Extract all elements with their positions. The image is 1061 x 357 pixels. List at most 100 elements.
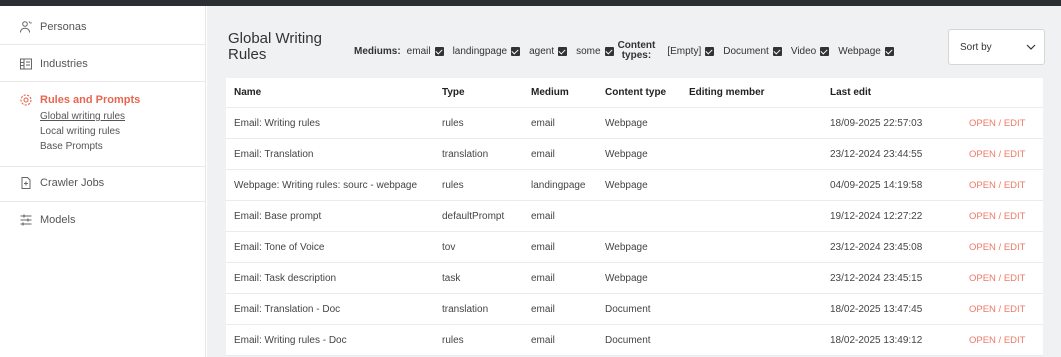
cell-name: Email: Tone of Voice: [234, 241, 325, 253]
cell-content-type: Document: [605, 303, 651, 315]
open-edit-link[interactable]: OPEN / EDIT: [969, 108, 1025, 138]
cell-content-type: Webpage: [605, 272, 648, 284]
rules-table: Name Type Medium Content type Editing me…: [226, 78, 1043, 356]
cell-medium: email: [531, 241, 555, 253]
sort-by-select[interactable]: Sort by: [948, 29, 1045, 65]
cell-medium: landingpage: [531, 179, 586, 191]
open-edit-link[interactable]: OPEN / EDIT: [969, 139, 1025, 169]
cell-type: rules: [442, 179, 464, 191]
content-type-filter-empty[interactable]: [Empty]: [667, 45, 715, 57]
cell-content-type: Document: [605, 334, 651, 346]
filter-bar: Mediums: email landingpage agent some Co…: [354, 37, 894, 65]
sidebar-subitem-local-writing-rules[interactable]: Local writing rules: [40, 126, 120, 137]
open-edit-link[interactable]: OPEN / EDIT: [969, 294, 1025, 324]
cell-last-edit: 23/12-2024 23:45:15: [830, 272, 923, 284]
medium-filter-email[interactable]: email: [407, 46, 444, 57]
mediums-label: Mediums:: [354, 45, 401, 57]
cell-last-edit: 18/09-2025 22:57:03: [830, 117, 923, 129]
divider: [0, 81, 206, 82]
sidebar-subitem-global-writing-rules[interactable]: Global writing rules: [40, 111, 125, 122]
sidebar-item-models[interactable]: Models: [0, 211, 206, 229]
cell-medium: email: [531, 117, 555, 129]
sliders-icon: [18, 212, 34, 228]
crawler-icon: [18, 175, 34, 191]
sidebar-subitem-base-prompts[interactable]: Base Prompts: [40, 141, 103, 152]
table-row: Email: Task description task email Webpa…: [226, 263, 1043, 294]
open-edit-link[interactable]: OPEN / EDIT: [969, 232, 1025, 262]
checkbox-checked-icon[interactable]: [434, 46, 444, 56]
table-header-row: Name Type Medium Content type Editing me…: [226, 78, 1043, 108]
cell-name: Email: Translation - Doc: [234, 303, 341, 315]
open-edit-link[interactable]: OPEN / EDIT: [969, 263, 1025, 293]
content-types-label: Content types:: [618, 41, 656, 61]
cell-content-type: Webpage: [605, 148, 648, 160]
content-type-filter-document[interactable]: Document: [723, 46, 782, 57]
gear-icon: [18, 92, 34, 108]
filter-option-label: some: [576, 45, 601, 57]
column-header-last-edit[interactable]: Last edit: [830, 78, 871, 107]
divider: [0, 44, 206, 45]
sidebar-item-rules-and-prompts[interactable]: Rules and Prompts: [0, 91, 206, 109]
cell-name: Webpage: Writing rules: sourc - webpage: [234, 179, 418, 191]
cell-content-type: Webpage: [605, 179, 648, 191]
sidebar-item-label: Crawler Jobs: [40, 177, 105, 189]
column-header-editing-member[interactable]: Editing member: [689, 78, 765, 107]
checkbox-checked-icon[interactable]: [705, 46, 715, 56]
cell-last-edit: 18/02-2025 13:47:45: [830, 303, 923, 315]
cell-type: translation: [442, 303, 489, 315]
cell-last-edit: 23/12-2024 23:45:08: [830, 241, 923, 253]
open-edit-link[interactable]: OPEN / EDIT: [969, 201, 1025, 231]
table-row: Email: Translation translation email Web…: [226, 139, 1043, 170]
filter-option-label: [Empty]: [667, 45, 702, 57]
medium-filter-landingpage[interactable]: landingpage: [453, 46, 521, 57]
open-edit-link[interactable]: OPEN / EDIT: [969, 170, 1025, 200]
cell-medium: email: [531, 303, 555, 315]
cell-name: Email: Base prompt: [234, 210, 322, 222]
sidebar-item-crawler-jobs[interactable]: Crawler Jobs: [0, 174, 206, 192]
column-header-medium[interactable]: Medium: [531, 78, 569, 107]
cell-last-edit: 19/12-2024 12:27:22: [830, 210, 923, 222]
cell-name: Email: Writing rules: [234, 117, 320, 129]
checkbox-checked-icon[interactable]: [558, 46, 568, 56]
cell-type: task: [442, 272, 461, 284]
table-row: Webpage: Writing rules: sourc - webpage …: [226, 170, 1043, 201]
divider: [0, 201, 206, 202]
medium-filter-some[interactable]: some: [576, 45, 614, 57]
sidebar-item-industries[interactable]: Industries: [0, 55, 206, 73]
cell-last-edit: 18/02-2025 13:49:12: [830, 334, 923, 346]
sidebar-item-personas[interactable]: Personas: [0, 18, 206, 36]
table-row: Email: Writing rules rules email Webpage…: [226, 108, 1043, 139]
checkbox-checked-icon[interactable]: [604, 46, 614, 56]
cell-last-edit: 04/09-2025 14:19:58: [830, 179, 923, 191]
sidebar-item-label: Models: [40, 214, 76, 226]
checkbox-checked-icon[interactable]: [772, 46, 782, 56]
content-types-label-line2: types:: [621, 50, 652, 61]
cell-type: translation: [442, 148, 489, 160]
cell-type: tov: [442, 241, 456, 253]
content-type-filter-webpage[interactable]: Webpage: [838, 46, 894, 57]
table-row: Email: Translation - Doc translation ema…: [226, 294, 1043, 325]
checkbox-checked-icon[interactable]: [820, 46, 830, 56]
page-title: Global Writing Rules: [228, 30, 322, 63]
checkbox-checked-icon[interactable]: [884, 46, 894, 56]
column-header-name[interactable]: Name: [234, 78, 261, 107]
main-content: Global Writing Rules Mediums: email land…: [207, 6, 1061, 357]
table-row: Email: Tone of Voice tov email Webpage 2…: [226, 232, 1043, 263]
cell-name: Email: Translation: [234, 148, 314, 160]
cell-name: Email: Task description: [234, 272, 337, 284]
table-row: Email: Base prompt defaultPrompt email 1…: [226, 201, 1043, 232]
cell-type: rules: [442, 117, 464, 129]
checkbox-checked-icon[interactable]: [511, 46, 521, 56]
column-header-type[interactable]: Type: [442, 78, 465, 107]
cell-medium: email: [531, 272, 555, 284]
column-header-content-type[interactable]: Content type: [605, 78, 666, 107]
open-edit-link[interactable]: OPEN / EDIT: [969, 325, 1025, 355]
content-type-filter-video[interactable]: Video: [791, 46, 830, 57]
cell-medium: email: [531, 334, 555, 346]
filter-option-label: landingpage: [452, 45, 508, 57]
cell-medium: email: [531, 148, 555, 160]
medium-filter-agent[interactable]: agent: [529, 45, 568, 57]
persona-icon: [18, 19, 34, 35]
filter-option-label: agent: [529, 45, 555, 57]
cell-content-type: Webpage: [605, 117, 648, 129]
